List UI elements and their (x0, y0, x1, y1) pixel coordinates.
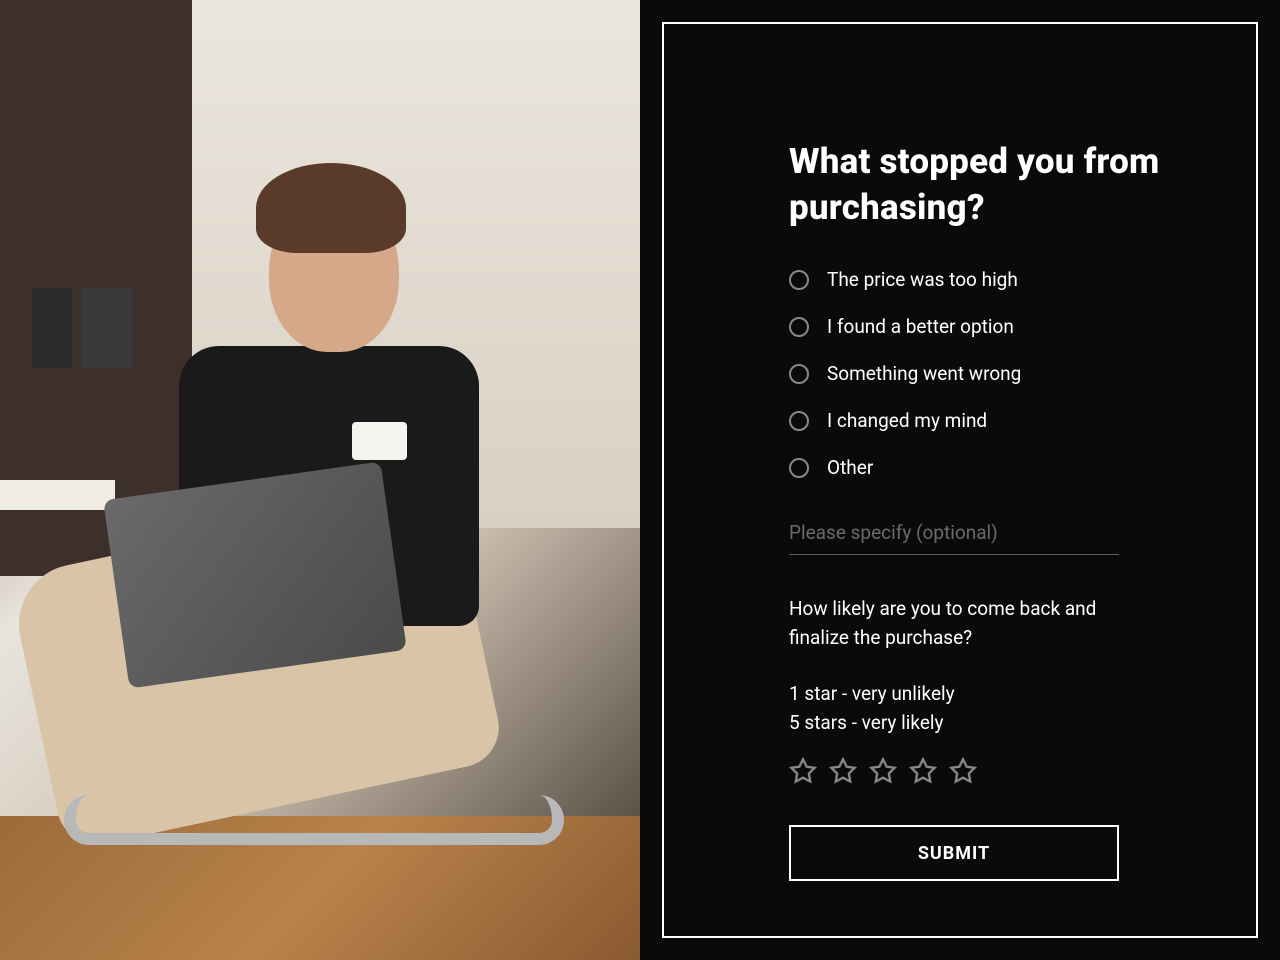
radio-label: I found a better option (827, 315, 1014, 338)
radio-icon (789, 458, 809, 478)
radio-label: The price was too high (827, 268, 1018, 291)
star-icon (789, 757, 817, 785)
star-5[interactable] (949, 757, 977, 785)
survey-panel: What stopped you from purchasing? The pr… (640, 0, 1280, 960)
star-icon (909, 757, 937, 785)
specify-input[interactable] (789, 515, 1119, 555)
star-3[interactable] (869, 757, 897, 785)
radio-option-other[interactable]: Other (789, 456, 1188, 479)
likelihood-question: How likely are you to come back and fina… (789, 595, 1129, 652)
hero-image (0, 0, 640, 960)
radio-icon (789, 364, 809, 384)
reason-radio-group: The price was too high I found a better … (789, 268, 1188, 479)
scale-hint-high: 5 stars - very likely (789, 709, 1188, 738)
survey-heading: What stopped you from purchasing? (789, 139, 1188, 230)
star-rating (789, 757, 1188, 785)
radio-label: Something went wrong (827, 362, 1021, 385)
radio-label: Other (827, 456, 873, 479)
scale-hint-low: 1 star - very unlikely (789, 680, 1188, 709)
radio-option-wrong[interactable]: Something went wrong (789, 362, 1188, 385)
submit-button[interactable]: SUBMIT (789, 825, 1119, 881)
radio-icon (789, 411, 809, 431)
star-icon (949, 757, 977, 785)
star-icon (829, 757, 857, 785)
radio-option-changed-mind[interactable]: I changed my mind (789, 409, 1188, 432)
scale-hint: 1 star - very unlikely 5 stars - very li… (789, 680, 1188, 737)
star-icon (869, 757, 897, 785)
radio-icon (789, 317, 809, 337)
radio-option-better[interactable]: I found a better option (789, 315, 1188, 338)
radio-option-price[interactable]: The price was too high (789, 268, 1188, 291)
star-1[interactable] (789, 757, 817, 785)
survey-card: What stopped you from purchasing? The pr… (662, 22, 1258, 938)
radio-label: I changed my mind (827, 409, 987, 432)
star-4[interactable] (909, 757, 937, 785)
star-2[interactable] (829, 757, 857, 785)
photo-placeholder (0, 0, 640, 960)
radio-icon (789, 270, 809, 290)
